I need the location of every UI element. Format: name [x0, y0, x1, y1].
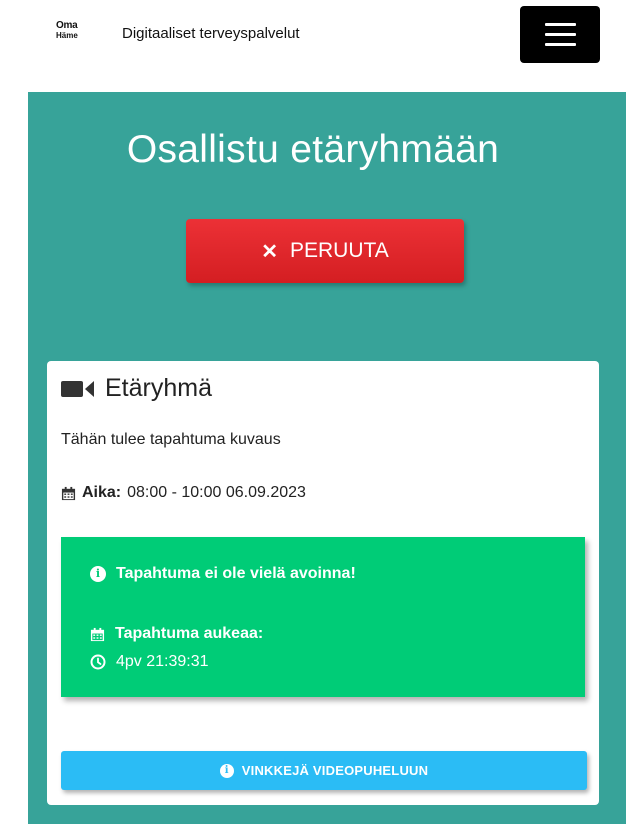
tips-button-label: VINKKEJÄ VIDEOPUHELUUN [241, 763, 429, 778]
event-title: Etäryhmä [61, 374, 212, 403]
site-title[interactable]: Digitaaliset terveyspalvelut [122, 25, 300, 42]
menu-icon-bar [545, 23, 576, 26]
calendar-icon [61, 486, 76, 500]
time-value: 08:00 - 10:00 06.09.2023 [127, 484, 306, 501]
menu-icon-bar [545, 43, 576, 46]
info-icon: i [219, 763, 234, 778]
top-header: Oma Häme Digitaaliset terveyspalvelut [0, 0, 626, 74]
event-status-box: i Tapahtuma ei ole vielä avoinna! Tapaht… [61, 537, 585, 697]
event-title-text: Etäryhmä [105, 374, 212, 402]
logo-text-bottom: Häme [56, 31, 78, 40]
page-title: Osallistu etäryhmään [126, 128, 500, 171]
time-label: Aika: [82, 484, 122, 501]
logo-text-top: Oma [56, 20, 78, 31]
hamburger-menu-button[interactable] [520, 6, 600, 63]
calendar-icon [90, 627, 105, 641]
countdown-timer: 4pv 21:39:31 [116, 653, 209, 670]
oma-hame-logo[interactable]: Oma Häme [56, 21, 88, 47]
cancel-button-label: PERUUTA [289, 239, 389, 262]
countdown-line: 4pv 21:39:31 [90, 653, 209, 671]
event-time: Aika: 08:00 - 10:00 06.09.2023 [61, 484, 306, 502]
clock-icon [90, 654, 106, 670]
event-description: Tähän tulee tapahtuma kuvaus [61, 431, 281, 448]
video-call-tips-button[interactable]: i VINKKEJÄ VIDEOPUHELUUN [61, 751, 587, 790]
opens-label-line: Tapahtuma aukeaa: [90, 625, 263, 643]
not-open-text: Tapahtuma ei ole vielä avoinna! [116, 565, 356, 582]
menu-icon-bar [545, 33, 576, 36]
opens-label: Tapahtuma aukeaa: [115, 625, 264, 642]
video-camera-icon [61, 378, 95, 400]
not-open-notice: i Tapahtuma ei ole vielä avoinna! [90, 565, 356, 583]
close-icon: ✕ [261, 240, 278, 263]
cancel-button[interactable]: ✕ PERUUTA [186, 219, 464, 283]
info-icon: i [90, 566, 106, 582]
